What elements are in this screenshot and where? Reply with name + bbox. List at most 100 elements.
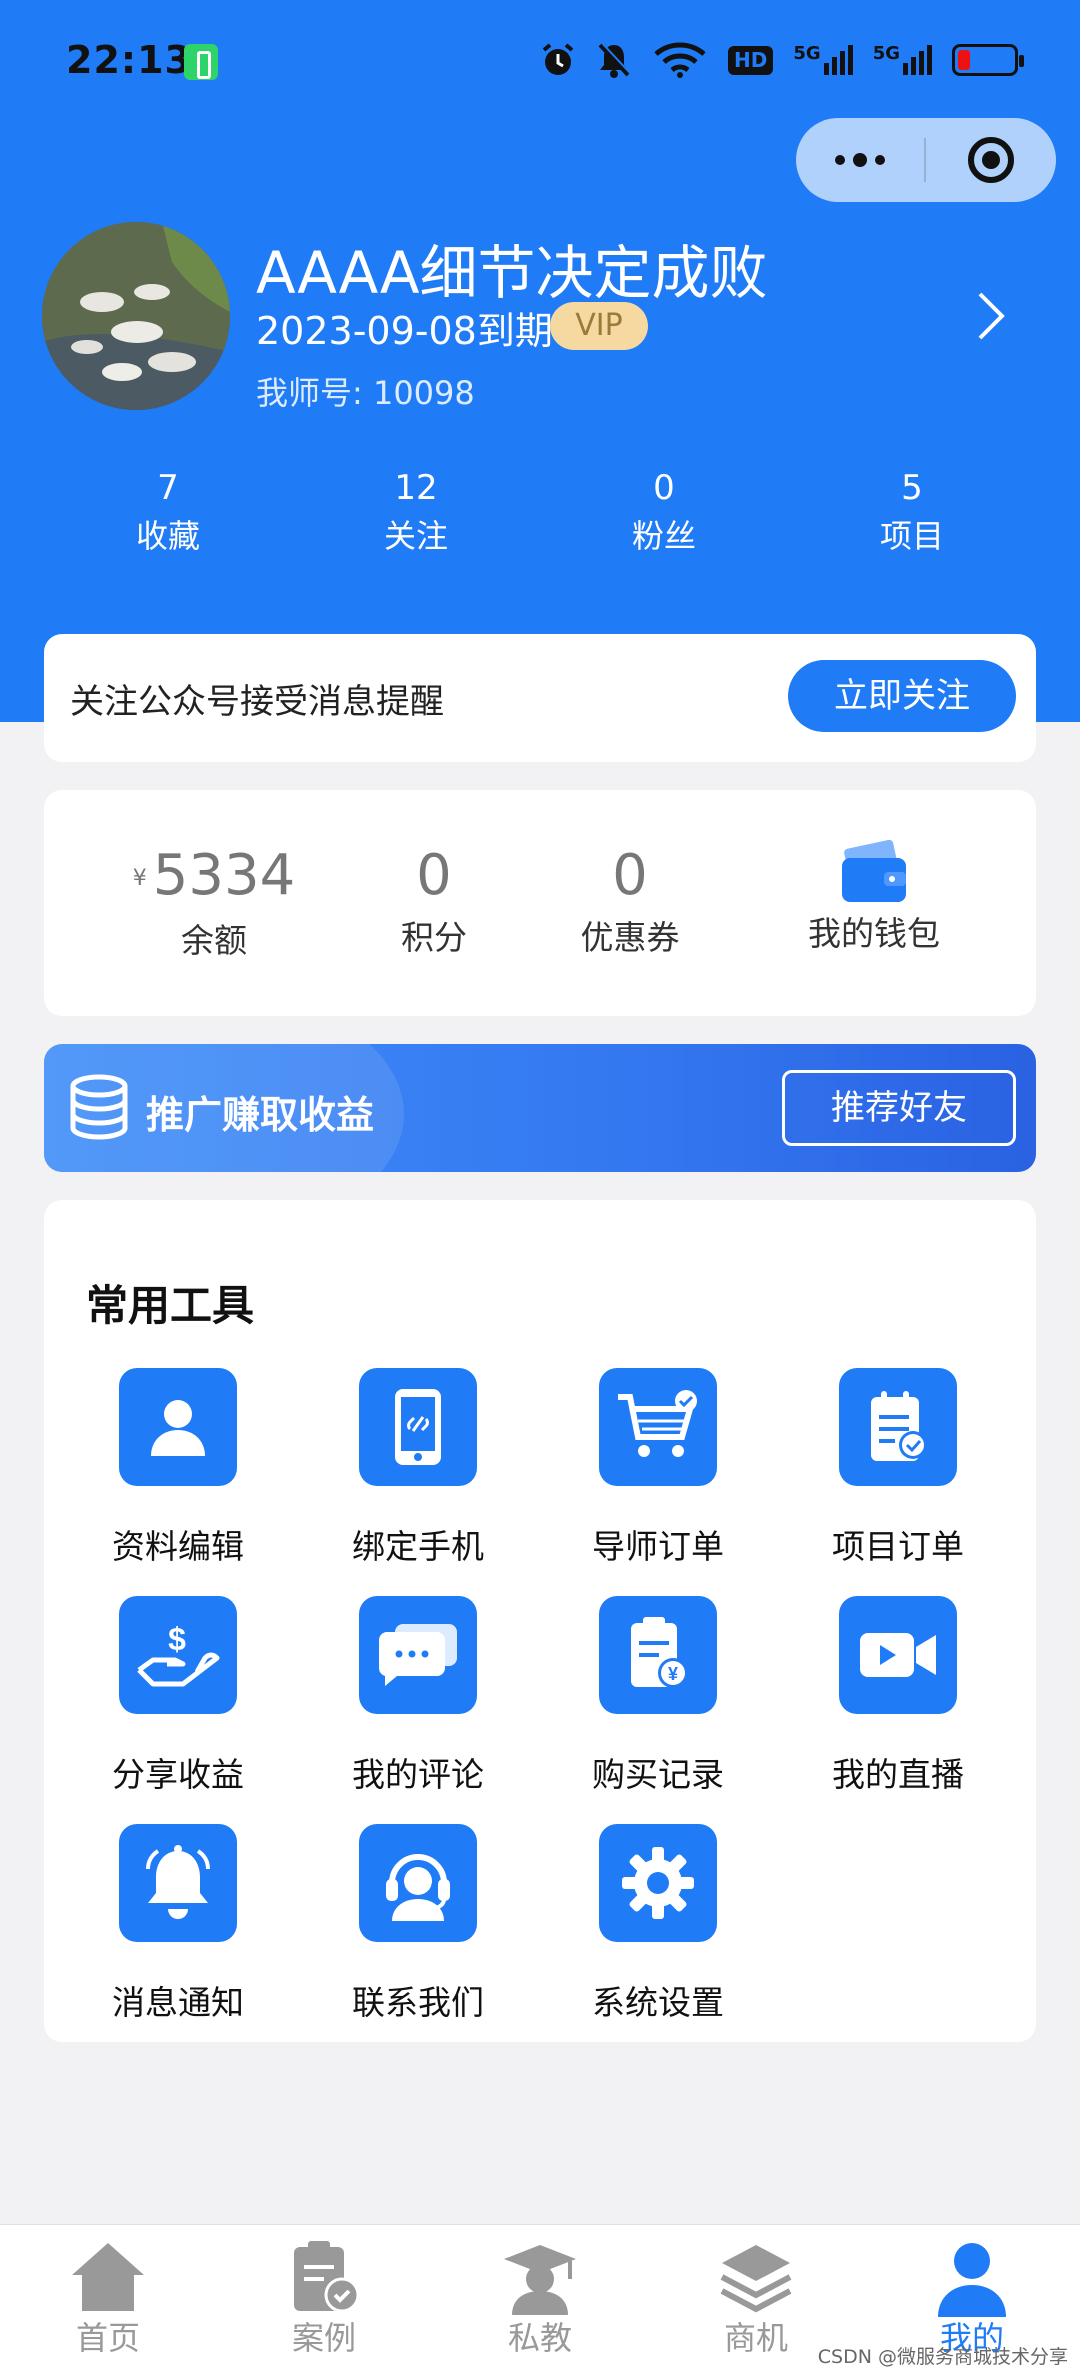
tool-label: 项目订单	[832, 1527, 964, 1566]
my-wallet-label: 我的钱包	[808, 914, 940, 953]
stat-label: 收藏	[135, 517, 200, 555]
common-tools-card: 常用工具 资料编辑 绑定手机 导师订单 项目订单 $ 分享收益 我的评论 ¥ 购…	[44, 1200, 1036, 2042]
tool-label: 购买记录	[592, 1755, 724, 1794]
tool-my-comments[interactable]: 我的评论	[318, 1596, 518, 1796]
target-circle-icon	[968, 137, 1014, 183]
tool-label: 资料编辑	[112, 1527, 244, 1566]
stat-favorites[interactable]: 7 收藏	[68, 460, 268, 556]
tools-title: 常用工具	[86, 1281, 255, 1330]
chat-bubbles-icon	[378, 1624, 457, 1686]
receipt-yen-icon: ¥	[631, 1617, 688, 1688]
tab-cases[interactable]: 案例	[254, 2237, 394, 2359]
tab-home[interactable]: 首页	[38, 2237, 178, 2359]
tool-contact-us[interactable]: 联系我们	[318, 1824, 518, 2024]
stat-projects[interactable]: 5 项目	[812, 460, 1012, 556]
mute-bell-icon	[598, 42, 631, 78]
miniprogram-capsule	[796, 118, 1056, 202]
points-value: 0	[416, 843, 452, 908]
hd-voice-icon: HD	[728, 45, 774, 75]
tool-notifications[interactable]: 消息通知	[78, 1824, 278, 2024]
user-number: 我师号: 10098	[256, 374, 475, 412]
phone-link-icon	[395, 1389, 441, 1465]
more-menu-button[interactable]	[796, 118, 924, 202]
tab-label: 案例	[291, 2319, 356, 2357]
stat-followers[interactable]: 0 粉丝	[564, 460, 764, 556]
svg-text:¥: ¥	[668, 1664, 678, 1684]
follow-now-button[interactable]: 立即关注	[788, 660, 1016, 732]
svg-text:$: $	[168, 1621, 186, 1657]
points-label: 积分	[401, 918, 467, 957]
tool-system-settings[interactable]: 系统设置	[558, 1824, 758, 2024]
dollar-hand-icon: $	[137, 1621, 220, 1687]
more-dots-icon	[853, 153, 867, 167]
close-miniprogram-button[interactable]	[926, 118, 1056, 202]
tab-mine[interactable]: 我的	[902, 2237, 1042, 2359]
follow-account-card: 关注公众号接受消息提醒 立即关注	[44, 634, 1036, 762]
battery-icon	[952, 44, 1024, 76]
wallet-card: ¥5334 余额 0 积分 0 优惠券 我的钱包	[44, 790, 1036, 1016]
tool-label: 导师订单	[592, 1527, 724, 1566]
stat-value: 12	[394, 468, 438, 508]
tool-purchase-records[interactable]: ¥ 购买记录	[558, 1596, 758, 1796]
status-time: 22:13	[66, 38, 192, 82]
graduation-icon	[504, 2245, 576, 2315]
stat-label: 关注	[383, 517, 448, 555]
my-wallet-item[interactable]: 我的钱包	[784, 790, 964, 956]
stat-label: 粉丝	[631, 517, 696, 555]
tab-label: 私教	[507, 2319, 572, 2357]
tool-label: 我的评论	[352, 1755, 484, 1794]
tool-profile-edit[interactable]: 资料编辑	[78, 1368, 278, 1568]
watermark-text: CSDN @微服务商城技术分享	[817, 2346, 1068, 2368]
stat-value: 0	[653, 468, 675, 508]
bell-icon	[146, 1845, 210, 1919]
avatar-photo-icon	[42, 222, 230, 410]
recommend-friend-button[interactable]: 推荐好友	[782, 1070, 1016, 1146]
tool-my-live[interactable]: 我的直播	[798, 1596, 998, 1796]
signal-5g-icon-2: 5G	[873, 45, 932, 75]
tool-mentor-orders[interactable]: 导师订单	[558, 1368, 758, 1568]
status-bar: 22:13 HD 5G 5G	[0, 0, 1080, 122]
tool-label: 系统设置	[592, 1983, 724, 2022]
headset-icon	[386, 1854, 450, 1921]
cart-icon	[618, 1390, 697, 1457]
tool-share-earnings[interactable]: $ 分享收益	[78, 1596, 278, 1796]
tool-label: 分享收益	[112, 1755, 244, 1794]
wallet-icon	[842, 840, 906, 902]
stat-label: 项目	[879, 517, 944, 555]
promotion-banner: 推广赚取收益 推荐好友	[44, 1044, 1036, 1172]
user-icon	[151, 1400, 205, 1456]
tool-project-orders[interactable]: 项目订单	[798, 1368, 998, 1568]
tab-label: 首页	[75, 2319, 140, 2357]
clipboard-check-icon	[871, 1391, 927, 1461]
tab-label: 商机	[723, 2319, 788, 2357]
coupons-label: 优惠券	[580, 918, 680, 957]
stat-value: 5	[901, 468, 923, 508]
currency-symbol: ¥	[132, 865, 147, 891]
stat-following[interactable]: 12 关注	[316, 460, 516, 556]
balance-label: 余额	[181, 920, 247, 960]
promo-text: 推广赚取收益	[146, 1093, 375, 1137]
case-icon	[294, 2241, 360, 2313]
home-icon	[72, 2243, 144, 2311]
username: AAAA细节决定成败	[256, 239, 768, 307]
video-camera-icon	[860, 1633, 936, 1677]
tool-label: 联系我们	[352, 1983, 484, 2022]
membership-expiry: 2023-09-08到期	[256, 309, 553, 353]
chevron-right-icon[interactable]	[972, 286, 1012, 346]
tab-business[interactable]: 商机	[686, 2237, 826, 2359]
balance-value: 5334	[152, 843, 296, 908]
balance-item[interactable]: ¥5334 余额	[114, 790, 314, 963]
follow-prompt-text: 关注公众号接受消息提醒	[70, 682, 444, 722]
layers-icon	[720, 2245, 792, 2313]
wifi-icon	[654, 42, 706, 78]
points-item[interactable]: 0 积分	[344, 790, 524, 960]
tab-coaching[interactable]: 私教	[470, 2237, 610, 2359]
battery-saver-icon	[184, 44, 218, 80]
tool-label: 我的直播	[832, 1755, 964, 1794]
gear-icon	[622, 1847, 694, 1919]
avatar[interactable]	[42, 222, 230, 410]
coupons-item[interactable]: 0 优惠券	[540, 790, 720, 960]
tool-label: 绑定手机	[352, 1527, 484, 1566]
tool-label: 消息通知	[112, 1983, 244, 2022]
tool-bind-phone[interactable]: 绑定手机	[318, 1368, 518, 1568]
